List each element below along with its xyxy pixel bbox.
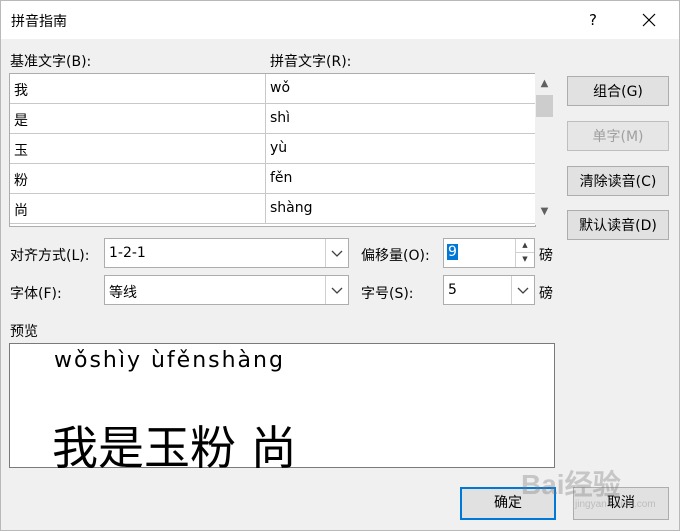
pinyin-text-cell[interactable]: wǒ (266, 74, 535, 104)
chevron-down-icon[interactable] (511, 276, 534, 304)
chevron-down-icon[interactable] (325, 239, 348, 267)
close-button[interactable] (631, 5, 667, 35)
offset-spinner[interactable]: 9 ▲ ▼ (443, 238, 535, 268)
scroll-up-icon[interactable]: ▲ (535, 75, 554, 93)
group-button[interactable]: 组合(G) (567, 76, 669, 106)
table-row: 尚 shàng (10, 194, 535, 224)
pinyin-text-cell[interactable]: shì (266, 104, 535, 134)
preview-pinyin: wǒshìy ùfěnshàng (54, 348, 285, 373)
base-text-cell[interactable]: 粉 (10, 164, 266, 194)
close-icon (642, 13, 656, 27)
font-select[interactable]: 等线 (104, 275, 349, 305)
pinyin-text-label: 拼音文字(R): (270, 54, 352, 70)
size-label: 字号(S): (361, 286, 414, 302)
offset-unit: 磅 (539, 248, 553, 264)
clear-reading-button[interactable]: 清除读音(C) (567, 166, 669, 196)
size-unit: 磅 (539, 286, 553, 302)
align-select[interactable]: 1-2-1 (104, 238, 349, 268)
title-bar: 拼音指南 ? (1, 1, 679, 39)
pinyin-text-cell[interactable]: yù (266, 134, 535, 164)
spin-down-icon[interactable]: ▼ (516, 253, 534, 266)
watermark-url: jingyan.baidu.com (575, 499, 656, 510)
preview-hanzi: 我是玉粉 尚 (52, 421, 297, 475)
watermark-brand: Bai经验 (521, 469, 621, 500)
base-text-cell[interactable]: 我 (10, 74, 266, 104)
preview-box: wǒshìy ùfěnshàng 我是玉粉 尚 (9, 343, 555, 475)
table-row: 是 shì (10, 104, 535, 134)
chevron-down-icon[interactable] (325, 276, 348, 304)
offset-value: 9 (447, 244, 458, 260)
font-label: 字体(F): (10, 286, 62, 302)
pinyin-text-cell[interactable]: shàng (266, 194, 535, 224)
window-title: 拼音指南 (11, 14, 67, 30)
base-text-label: 基准文字(B): (10, 54, 92, 70)
grid-scrollbar[interactable]: ▲ ▼ (535, 73, 554, 225)
base-text-cell[interactable]: 尚 (10, 194, 266, 224)
align-label: 对齐方式(L): (10, 248, 90, 264)
spin-up-icon[interactable]: ▲ (516, 239, 534, 253)
single-char-button[interactable]: 单字(M) (567, 121, 669, 151)
help-button[interactable]: ? (577, 5, 609, 35)
base-text-cell[interactable]: 是 (10, 104, 266, 134)
table-row: 粉 fěn (10, 164, 535, 194)
pinyin-guide-dialog: 拼音指南 ? 基准文字(B): 拼音文字(R): 我 wǒ 是 shì 玉 yù… (0, 0, 680, 531)
offset-stepper[interactable]: ▲ ▼ (515, 239, 534, 267)
offset-label: 偏移量(O): (361, 248, 430, 264)
default-reading-button[interactable]: 默认读音(D) (567, 210, 669, 240)
baidu-watermark: Bai经验 jingyan.baidu.com (521, 463, 671, 513)
preview-label: 预览 (10, 324, 38, 340)
table-row: 玉 yù (10, 134, 535, 164)
size-select[interactable]: 5 (443, 275, 535, 305)
pinyin-grid: 我 wǒ 是 shì 玉 yù 粉 fěn 尚 shàng (9, 73, 536, 227)
scroll-down-icon[interactable]: ▼ (535, 203, 554, 221)
scroll-thumb[interactable] (536, 95, 553, 117)
base-text-cell[interactable]: 玉 (10, 134, 266, 164)
pinyin-text-cell[interactable]: fěn (266, 164, 535, 194)
table-row: 我 wǒ (10, 74, 535, 104)
